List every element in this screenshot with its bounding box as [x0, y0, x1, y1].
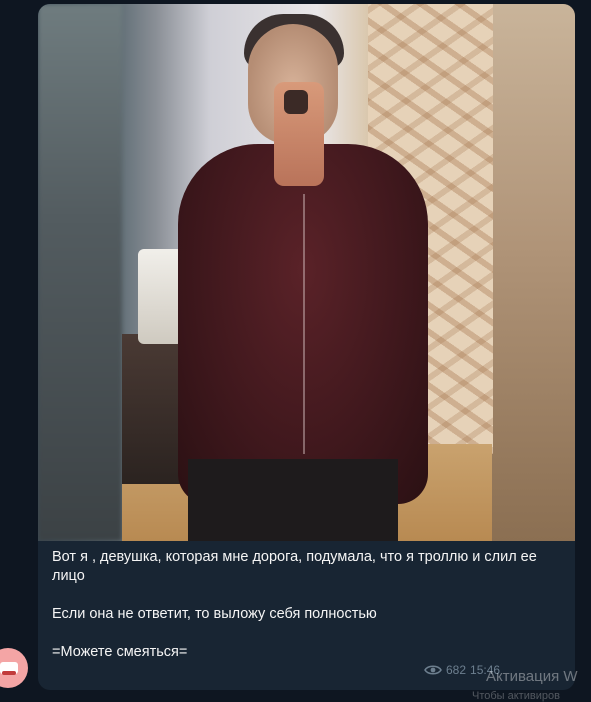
windows-activation-watermark: Активация W	[486, 668, 578, 685]
photo-zipper	[303, 194, 305, 454]
sender-avatar[interactable]	[0, 648, 28, 688]
message-bubble[interactable]: Вот я , девушка, которая мне дорога, под…	[38, 4, 575, 690]
photo-background-left	[38, 4, 122, 541]
photo-sewing-machine	[138, 249, 183, 344]
message-photo[interactable]	[38, 4, 575, 541]
windows-activation-subtitle: Чтобы активиров	[472, 690, 560, 702]
caption-line: =Можете смеяться=	[52, 644, 188, 660]
caption-line: Если она не ответит, то выложу себя полн…	[52, 606, 377, 622]
photo-background-right	[491, 4, 575, 541]
message-caption: Вот я , девушка, которая мне дорога, под…	[52, 548, 562, 662]
avatar-graphic-stripe	[2, 671, 16, 675]
eye-icon	[424, 664, 442, 676]
view-count: 682	[446, 663, 467, 677]
caption-line: Вот я , девушка, которая мне дорога, под…	[52, 549, 537, 584]
photo-person-pants	[188, 459, 398, 541]
photo-phone-camera	[284, 90, 308, 114]
